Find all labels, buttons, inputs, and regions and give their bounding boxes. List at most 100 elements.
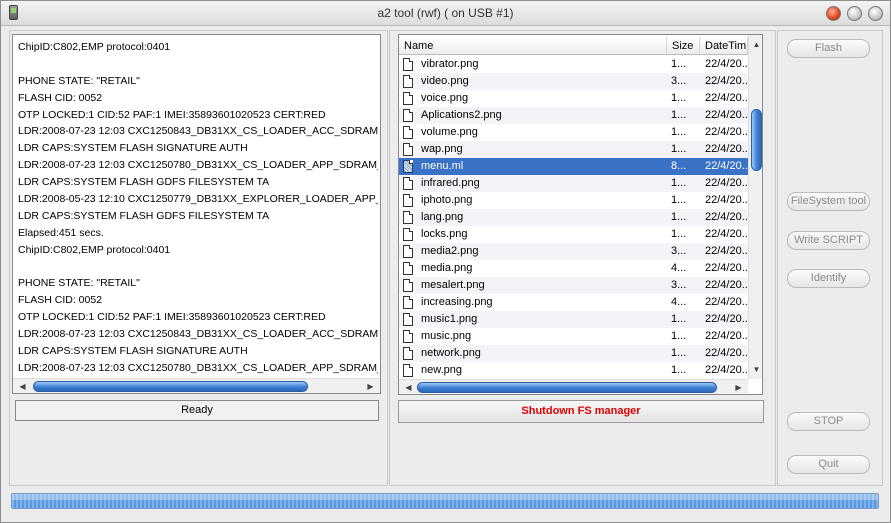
file-icon xyxy=(403,160,413,173)
log-line: PHONE STATE: "RETAIL" xyxy=(18,74,140,87)
file-date: 22/4/20... xyxy=(705,58,747,70)
file-name: video.png xyxy=(421,75,469,87)
write-script-button[interactable]: Write SCRIPT xyxy=(787,231,870,250)
column-header-name[interactable]: Name xyxy=(399,37,667,55)
file-name: iphoto.png xyxy=(421,194,473,206)
file-row-selected[interactable]: menu.ml 8... 22/4/20... xyxy=(399,158,748,175)
file-row[interactable]: network.png 1... 22/4/20... xyxy=(399,345,748,362)
file-icon xyxy=(403,245,413,258)
file-row[interactable]: iphoto.png 1... 22/4/20... xyxy=(399,192,748,209)
app-window: a2 tool (rwf) ( on USB #1) ChipID:C802,E… xyxy=(0,0,891,523)
log-line: LDR CAPS:SYSTEM FLASH GDFS FILESYSTEM TA xyxy=(18,209,270,222)
file-row[interactable]: new.png 1... 22/4/20... xyxy=(399,362,748,379)
file-size: 1... xyxy=(671,58,687,70)
title-bar[interactable]: a2 tool (rwf) ( on USB #1) xyxy=(1,1,890,26)
file-date: 22/4/20... xyxy=(705,109,747,121)
file-row[interactable]: mesalert.png 3... 22/4/20... xyxy=(399,277,748,294)
file-size: 1... xyxy=(671,313,687,325)
log-horizontal-scrollbar[interactable]: ◀ ▶ xyxy=(13,378,380,393)
file-list-h-scroll-thumb[interactable] xyxy=(417,382,717,393)
file-size: 1... xyxy=(671,194,687,206)
file-icon xyxy=(403,143,413,156)
scroll-left-icon[interactable]: ◀ xyxy=(401,380,416,394)
file-icon xyxy=(403,279,413,292)
file-list-horizontal-scrollbar[interactable]: ◀ ▶ xyxy=(399,379,748,394)
file-row[interactable]: vibrator.png 1... 22/4/20... xyxy=(399,56,748,73)
file-row[interactable]: locks.png 1... 22/4/20... xyxy=(399,226,748,243)
scroll-right-icon[interactable]: ▶ xyxy=(363,379,378,393)
file-icon xyxy=(403,364,413,377)
file-size: 4... xyxy=(671,296,687,308)
file-name: music1.png xyxy=(421,313,478,325)
file-row[interactable]: video.png 3... 22/4/20... xyxy=(399,73,748,90)
file-date: 22/4/20... xyxy=(705,211,747,223)
file-icon xyxy=(403,296,413,309)
scroll-left-icon[interactable]: ◀ xyxy=(15,379,30,393)
log-line: LDR:2008-07-23 12:03 CXC1250780_DB31XX_C… xyxy=(18,159,378,172)
file-date: 22/4/20... xyxy=(705,330,747,342)
file-name: lang.png xyxy=(421,211,464,223)
file-size: 4... xyxy=(671,262,687,274)
file-icon xyxy=(403,177,413,190)
log-textbox[interactable]: ChipID:C802,EMP protocol:0401 PHONE STATE… xyxy=(12,34,381,394)
file-date: 22/4/20... xyxy=(705,143,747,155)
log-scroll-thumb[interactable] xyxy=(33,381,308,392)
file-row[interactable]: increasing.png 4... 22/4/20... xyxy=(399,294,748,311)
file-row[interactable]: media2.png 3... 22/4/20... xyxy=(399,243,748,260)
file-row[interactable]: voice.png 1... 22/4/20... xyxy=(399,90,748,107)
flash-button[interactable]: Flash xyxy=(787,39,870,58)
shutdown-fs-manager-button[interactable]: Shutdown FS manager xyxy=(398,400,764,423)
file-row[interactable]: infrared.png 1... 22/4/20... xyxy=(399,175,748,192)
log-line: LDR CAPS:SYSTEM FLASH SIGNATURE AUTH xyxy=(18,142,248,155)
file-list-scroll-thumb[interactable] xyxy=(751,109,762,171)
file-name: Aplications2.png xyxy=(421,109,502,121)
column-header-datetime[interactable]: DateTim xyxy=(700,37,748,55)
file-size: 1... xyxy=(671,92,687,104)
maximize-window-button[interactable] xyxy=(868,6,883,21)
file-date: 22/4/20... xyxy=(705,279,747,291)
file-date: 22/4/20... xyxy=(705,262,747,274)
file-size: 3... xyxy=(671,279,687,291)
file-list-vertical-scrollbar[interactable]: ▲ ▼ xyxy=(748,35,762,379)
scroll-down-icon[interactable]: ▼ xyxy=(749,362,762,377)
scroll-right-icon[interactable]: ▶ xyxy=(731,380,746,394)
identify-button[interactable]: Identify xyxy=(787,269,870,288)
log-line: LDR:2008-07-23 12:03 CXC1250843_DB31XX_C… xyxy=(18,328,378,341)
minimize-window-button[interactable] xyxy=(847,6,862,21)
file-row[interactable]: Aplications2.png 1... 22/4/20... xyxy=(399,107,748,124)
file-date: 22/4/20... xyxy=(705,245,747,257)
file-row[interactable]: volume.png 1... 22/4/20... xyxy=(399,124,748,141)
file-name: media2.png xyxy=(421,245,479,257)
file-icon xyxy=(403,347,413,360)
quit-button[interactable]: Quit xyxy=(787,455,870,474)
file-row[interactable]: music1.png 1... 22/4/20... xyxy=(399,311,748,328)
log-line: Elapsed:451 secs. xyxy=(18,226,104,239)
file-row[interactable]: wap.png 1... 22/4/20... xyxy=(399,141,748,158)
file-size: 3... xyxy=(671,75,687,87)
log-line: OTP LOCKED:1 CID:52 PAF:1 IMEI:358936010… xyxy=(18,108,326,121)
window-title: a2 tool (rwf) ( on USB #1) xyxy=(377,6,514,20)
file-name: voice.png xyxy=(421,92,469,104)
close-window-button[interactable] xyxy=(826,6,841,21)
file-row[interactable]: music.png 1... 22/4/20... xyxy=(399,328,748,345)
file-date: 22/4/20... xyxy=(705,228,747,240)
file-row[interactable]: lang.png 1... 22/4/20... xyxy=(399,209,748,226)
scroll-up-icon[interactable]: ▲ xyxy=(749,37,762,52)
file-name: mesalert.png xyxy=(421,279,485,291)
file-list[interactable]: Name Size DateTim vibrator.png 1... 22/4/2… xyxy=(398,34,763,395)
log-line: FLASH CID: 0052 xyxy=(18,294,103,307)
file-name: music.png xyxy=(421,330,472,342)
file-size: 1... xyxy=(671,109,687,121)
file-date: 22/4/20... xyxy=(705,296,747,308)
file-date: 22/4/20... xyxy=(705,364,747,376)
file-row[interactable]: media.png 4... 22/4/20... xyxy=(399,260,748,277)
file-date: 22/4/20... xyxy=(705,126,747,138)
column-header-size[interactable]: Size xyxy=(667,37,700,55)
file-date: 22/4/20... xyxy=(705,177,747,189)
stop-button[interactable]: STOP xyxy=(787,412,870,431)
file-icon xyxy=(403,228,413,241)
file-list-header: Name Size DateTim xyxy=(399,37,748,55)
filesystem-tool-button[interactable]: FileSystem tool xyxy=(787,192,870,211)
